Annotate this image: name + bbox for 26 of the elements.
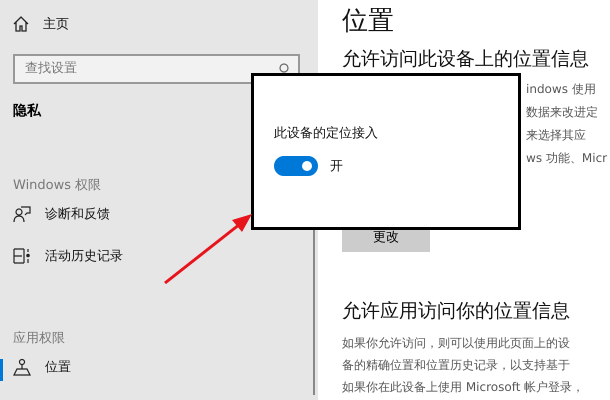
toggle-switch[interactable] xyxy=(274,156,318,176)
sidebar-item[interactable]: 活动历史记录 xyxy=(45,247,123,266)
search-field[interactable]: 查找设置 xyxy=(13,54,300,84)
search-icon xyxy=(278,62,290,75)
location-icon xyxy=(13,358,31,376)
description-text: 如果你允许访问，则可以使用此页面上的设 xyxy=(342,335,571,352)
timeline-icon xyxy=(13,247,31,266)
toggle-state: 开 xyxy=(330,158,343,175)
feedback-icon xyxy=(13,204,31,223)
home-icon xyxy=(13,16,29,32)
description-text: 数据来改进定 xyxy=(526,104,599,121)
sidebar-item[interactable]: 位置 xyxy=(45,358,71,376)
page-title: 位置 xyxy=(342,5,395,38)
setting-label: 此设备的定位接入 xyxy=(274,125,379,142)
section-heading: 允许访问此设备上的位置信息 xyxy=(342,47,590,72)
home-link[interactable]: 主页 xyxy=(43,14,69,33)
group-title: 应用权限 xyxy=(13,330,66,348)
group-title: Windows 权限 xyxy=(13,176,102,194)
sidebar-item[interactable]: 诊断和反馈 xyxy=(45,204,110,223)
section-title: 隐私 xyxy=(13,102,42,120)
description-text: ws 功能、Micr xyxy=(526,150,608,167)
description-text: 来选择其应 xyxy=(526,127,587,144)
section-heading: 允许应用访问你的位置信息 xyxy=(342,299,571,324)
description-text: indows 使用 xyxy=(526,81,597,98)
description-text: 备的精确位置和位置历史记录，以支持基于 xyxy=(342,357,571,374)
description-text: 如果你在此设备上使用 Microsoft 帐户登录， xyxy=(342,379,586,396)
